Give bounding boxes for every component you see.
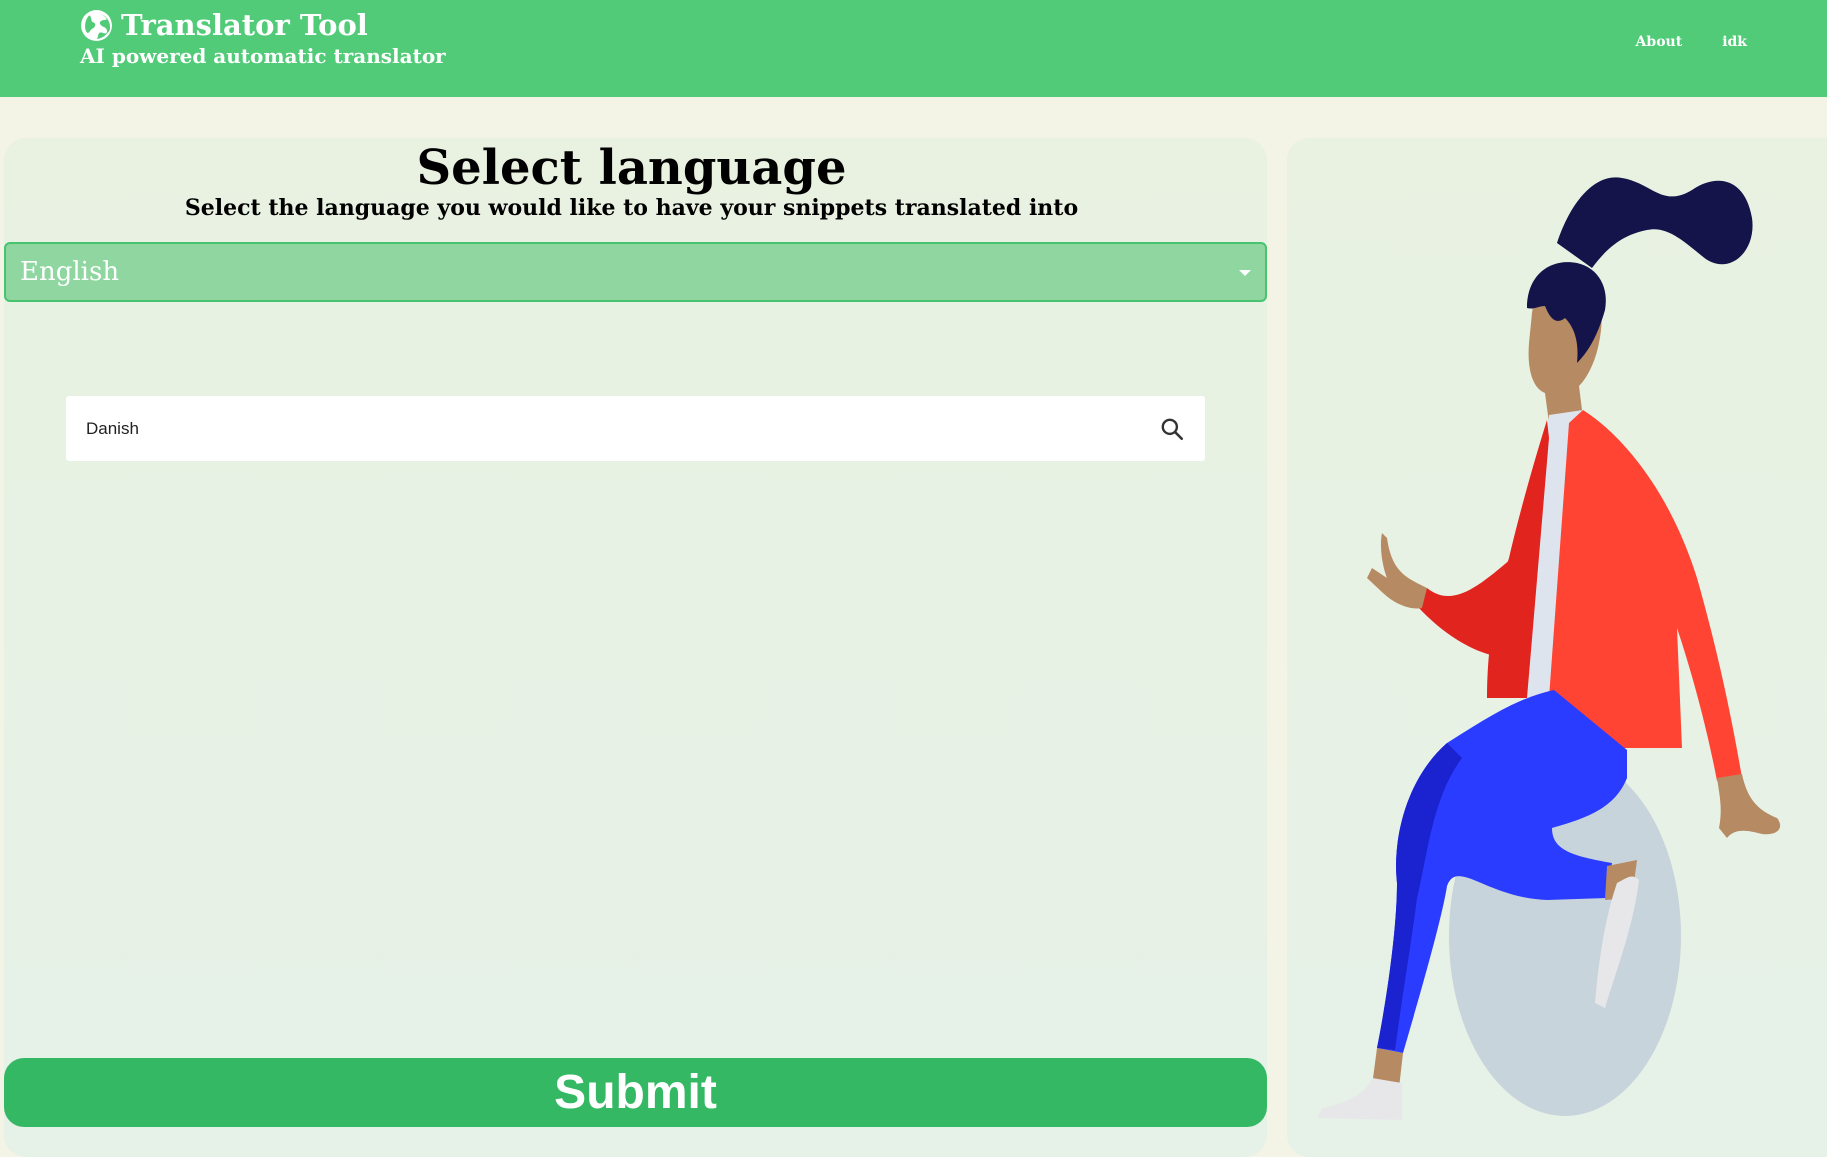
app-header: Translator Tool AI powered automatic tra…	[0, 0, 1827, 97]
search-icon[interactable]	[1159, 416, 1185, 442]
language-select[interactable]: English	[4, 242, 1267, 302]
search-box	[66, 396, 1205, 461]
nav-about-link[interactable]: About	[1636, 34, 1683, 50]
app-title: Translator Tool	[121, 8, 368, 42]
page-subtitle: Select the language you would like to ha…	[184, 195, 1079, 221]
submit-button[interactable]: Submit	[4, 1058, 1267, 1127]
chevron-down-icon	[1239, 270, 1251, 276]
app-subtitle: AI powered automatic translator	[80, 44, 446, 68]
top-nav: About idk	[1636, 34, 1747, 50]
search-input[interactable]	[86, 408, 1126, 449]
brand[interactable]: Translator Tool AI powered automatic tra…	[80, 8, 446, 68]
globe-icon	[81, 9, 112, 41]
language-select-value: English	[20, 257, 120, 287]
woman-on-ball-illustration	[1317, 177, 1781, 1120]
page-title: Select language	[416, 140, 847, 196]
nav-idk-link[interactable]: idk	[1722, 34, 1747, 50]
